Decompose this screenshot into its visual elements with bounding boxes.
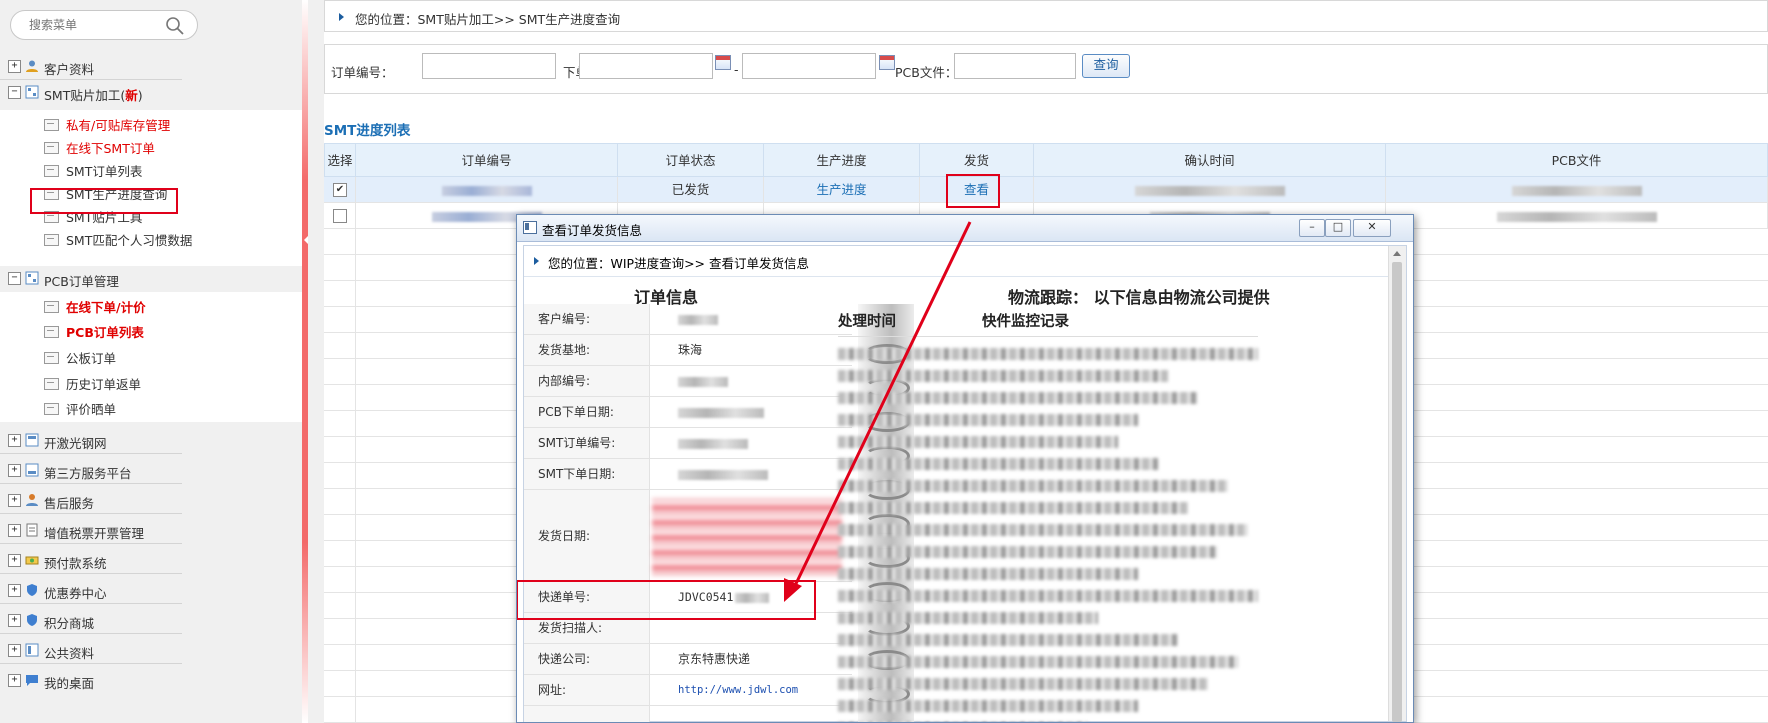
annotation-arrow [784, 221, 972, 602]
